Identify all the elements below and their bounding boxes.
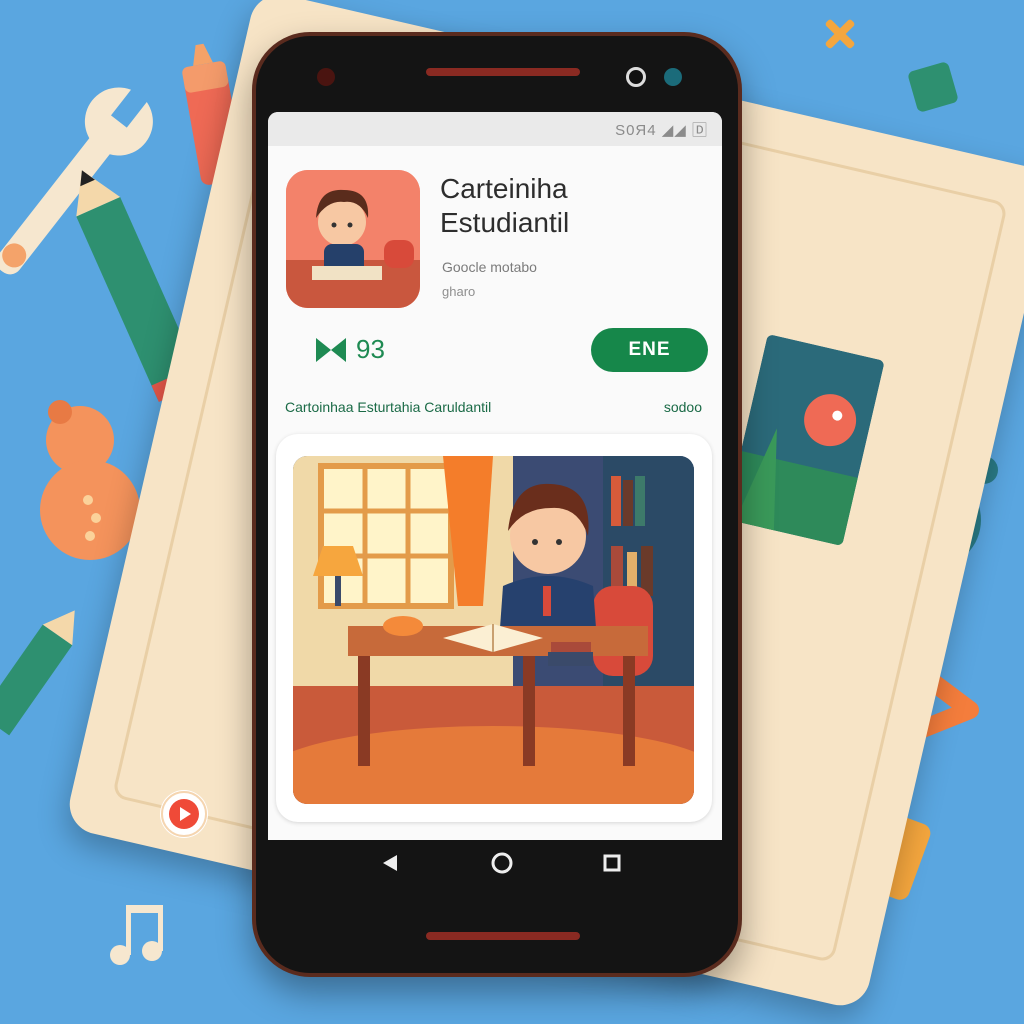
app-icon[interactable]	[286, 170, 420, 308]
recents-icon	[603, 854, 621, 872]
app-subtitle-right[interactable]: sodoo	[664, 399, 702, 415]
play-button	[160, 790, 208, 838]
screenshot-card[interactable]	[276, 434, 712, 822]
cube-icon	[908, 62, 958, 112]
pencil-small-icon	[0, 610, 75, 736]
rating-value: 93	[356, 334, 385, 364]
app-icon-illustration	[286, 170, 420, 308]
sensor-icon	[626, 67, 646, 87]
navigation-bar	[268, 840, 722, 892]
proximity-sensor-icon	[664, 68, 682, 86]
bowtie-rating-icon	[316, 337, 346, 362]
app-title-line2: Estudiantil	[440, 207, 570, 238]
app-title: Carteiniha Estudiantil	[440, 172, 700, 240]
home-icon	[491, 852, 513, 874]
music-note-icon	[110, 905, 163, 965]
front-camera-icon	[317, 68, 335, 86]
install-button[interactable]: ENE	[591, 328, 708, 372]
app-category: gharo	[442, 284, 476, 299]
bottom-speaker	[426, 932, 580, 940]
study-room-illustration	[293, 456, 694, 804]
app-title-line1: Carteiniha	[440, 173, 568, 204]
back-icon	[383, 855, 397, 871]
status-indicators: S0Я4 ◢◢ 🄳	[615, 122, 708, 139]
developer-name[interactable]: Goocle motabo	[442, 259, 537, 275]
cross-icon	[825, 19, 855, 49]
app-subtitle: Cartoinhaa Esturtahia Caruldantil	[285, 399, 492, 415]
rating: 93	[314, 334, 385, 365]
earpiece-speaker	[426, 68, 580, 76]
phone-screen: S0Я4 ◢◢ 🄳 Carteiniha Estudiantil Goocle …	[268, 112, 722, 840]
status-bar: S0Я4 ◢◢ 🄳	[268, 112, 722, 146]
bear-toy-icon	[40, 400, 140, 560]
recents-button[interactable]	[592, 840, 632, 886]
app-screenshot[interactable]	[293, 456, 694, 804]
back-button[interactable]	[370, 840, 410, 886]
home-button[interactable]	[482, 840, 522, 886]
